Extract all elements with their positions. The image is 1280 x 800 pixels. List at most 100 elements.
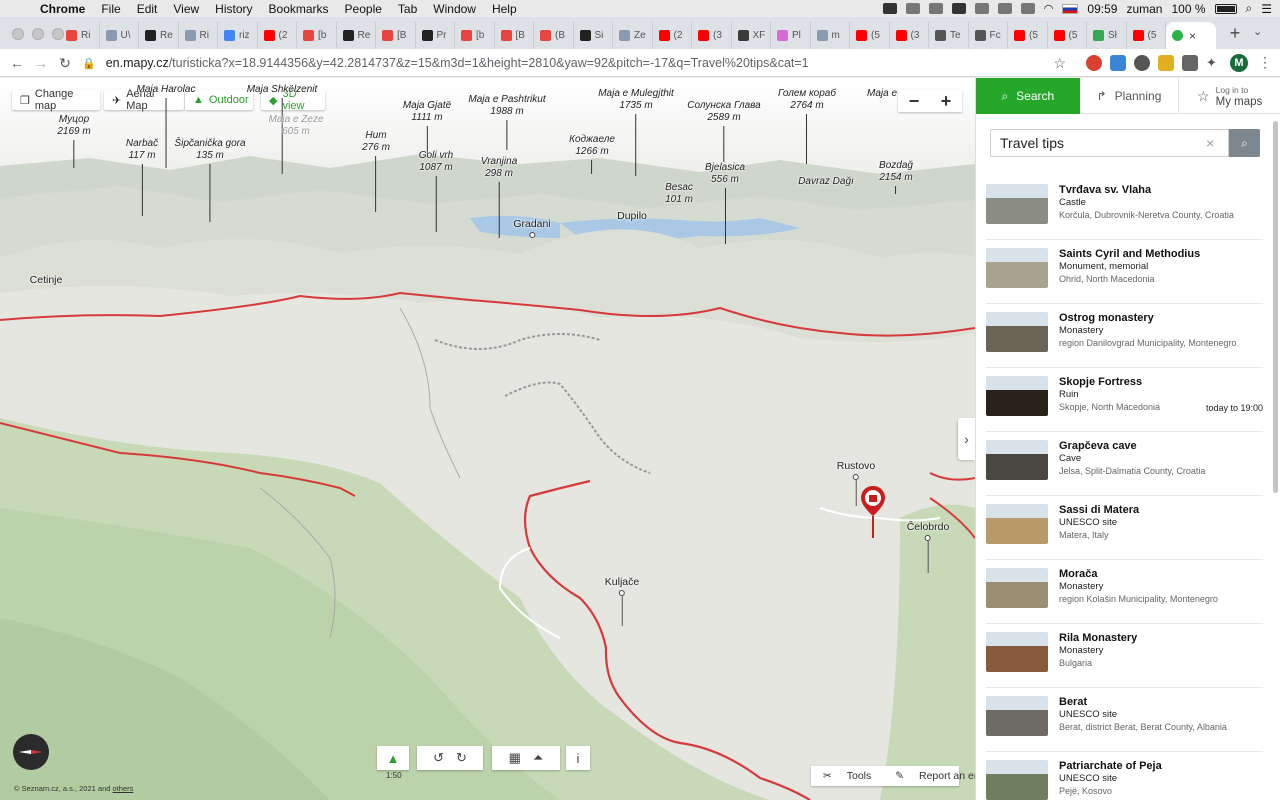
result-thumbnail[interactable] [986, 760, 1048, 800]
search-result-item[interactable]: Morača Monastery region Kolašin Municipali… [986, 560, 1263, 624]
tools-button[interactable]: ✂ Tools [811, 770, 883, 782]
browser-tab[interactable]: (5 [1008, 22, 1048, 49]
browser-tab[interactable]: Pl [771, 22, 811, 49]
browser-tab[interactable]: [b [455, 22, 495, 49]
result-title[interactable]: Grapčeva cave [1059, 440, 1205, 453]
peak-label[interactable]: Besac 101 m [665, 182, 693, 206]
search-result-item[interactable]: Skopje Fortress Ruin Skopje, North Macedon… [986, 368, 1263, 432]
menu-people[interactable]: People [337, 2, 390, 16]
extensions-puzzle-icon[interactable]: ✦ [1206, 55, 1222, 71]
battery-icon[interactable] [1214, 3, 1237, 14]
place-label[interactable]: Kuljače [605, 576, 639, 626]
result-title[interactable]: Ostrog monastery [1059, 312, 1236, 325]
peak-label[interactable]: Голем кораб 2764 m [778, 88, 836, 164]
browser-tab[interactable]: Ze [613, 22, 653, 49]
browser-tab[interactable]: [b [297, 22, 337, 49]
menu-history[interactable]: History [207, 2, 260, 16]
place-label[interactable]: Čelobrdo [907, 521, 949, 573]
address-bar[interactable]: 🔒 en.mapy.cz/turisticka?x=18.9144356&y=4… [82, 52, 1074, 74]
peak-label[interactable]: Maja e Mulegjthit 1735 m [598, 88, 674, 176]
status-tray-icon[interactable] [882, 3, 897, 14]
browser-tab[interactable]: (2 [653, 22, 692, 49]
browser-tab[interactable]: m [811, 22, 850, 49]
peak-label[interactable]: Солунска Глава 2589 m [687, 100, 761, 162]
result-title[interactable]: Patriarchate of Peja [1059, 760, 1162, 773]
browser-tab[interactable]: (2 [258, 22, 297, 49]
menu-file[interactable]: File [93, 2, 128, 16]
new-tab-button[interactable]: + [1224, 23, 1246, 44]
peak-label[interactable]: Bozdağ 2154 m [879, 160, 913, 194]
browser-tab[interactable]: (3 [890, 22, 929, 49]
result-thumbnail[interactable] [986, 184, 1048, 224]
browser-tab[interactable]: (5 [1127, 22, 1166, 49]
map-3d-view[interactable]: ❐ Change map ✈ Aerial Map ▲ Outdoor ◆ 3D… [0, 78, 975, 800]
menu-help[interactable]: Help [484, 2, 525, 16]
status-tray-icon[interactable] [928, 3, 943, 14]
copyright-others-link[interactable]: others [113, 784, 134, 793]
result-thumbnail[interactable] [986, 504, 1048, 544]
info-button[interactable]: i [566, 746, 590, 770]
close-tab-icon[interactable]: × [1189, 29, 1196, 43]
tilt-view-icon[interactable]: ⏶ [533, 750, 543, 766]
result-thumbnail[interactable] [986, 696, 1048, 736]
browser-tab[interactable]: Te [929, 22, 969, 49]
zoom-out-button[interactable]: − [898, 90, 930, 112]
report-error-button[interactable]: ✎ Report an error [883, 770, 975, 782]
input-source-flag-icon[interactable] [1062, 3, 1079, 14]
browser-tab[interactable]: Ri [179, 22, 218, 49]
clear-search-icon[interactable]: × [1206, 135, 1214, 151]
forward-arrow-icon[interactable]: → [31, 53, 51, 73]
result-thumbnail[interactable] [986, 376, 1048, 416]
change-map-button[interactable]: ❐ Change map [12, 88, 100, 112]
browser-tab[interactable]: Si [574, 22, 613, 49]
back-arrow-icon[interactable]: ← [7, 53, 27, 73]
peak-label[interactable]: Goli vrh 1087 m [419, 150, 453, 232]
bookmark-star-icon[interactable]: ☆ [1053, 55, 1066, 72]
place-label[interactable]: Dupilo [617, 210, 647, 222]
reload-icon[interactable]: ↻ [55, 53, 75, 73]
extension-icon[interactable] [1134, 55, 1150, 71]
menu-edit[interactable]: Edit [129, 2, 166, 16]
browser-tab[interactable]: Fc [969, 22, 1008, 49]
status-tray-icon[interactable] [905, 3, 920, 14]
shield-icon[interactable] [951, 3, 966, 14]
rotate-right-icon[interactable]: ↻ [456, 750, 467, 766]
browser-tab[interactable]: [B [495, 22, 534, 49]
search-result-item[interactable]: Grapčeva cave Cave Jelsa, Split-Dalmatia C… [986, 432, 1263, 496]
result-thumbnail[interactable] [986, 312, 1048, 352]
peak-label[interactable]: Муцор 2169 m [57, 114, 91, 168]
tab-search-chevron-icon[interactable]: ⌄ [1253, 25, 1262, 38]
browser-tab[interactable]: [B [376, 22, 416, 49]
place-label[interactable]: Cetinje [30, 274, 63, 286]
search-result-item[interactable]: Ostrog monastery Monastery region Danilovg… [986, 304, 1263, 368]
peak-label[interactable]: Maja Gjatë 1111 m [403, 100, 451, 154]
search-result-item[interactable]: Tvrđava sv. Vlaha Castle Korčula, Dubrovni… [986, 176, 1263, 240]
browser-tab[interactable]: (5 [850, 22, 890, 49]
selected-poi-pin-icon[interactable] [861, 486, 885, 538]
menu-tab[interactable]: Tab [390, 2, 425, 16]
peak-label[interactable]: Maja e Pashtrikut 1988 m [468, 94, 546, 150]
search-result-item[interactable]: Saints Cyril and Methodius Monument, memo… [986, 240, 1263, 304]
chrome-menu-icon[interactable]: ⋮ [1258, 54, 1272, 71]
user-name[interactable]: zuman [1126, 2, 1162, 16]
extension-icon[interactable] [1158, 55, 1174, 71]
result-title[interactable]: Morača [1059, 568, 1218, 581]
minimize-window-button[interactable] [32, 28, 44, 40]
profile-avatar[interactable]: M [1230, 54, 1248, 72]
result-title[interactable]: Skopje Fortress [1059, 376, 1160, 389]
browser-tab[interactable]: Sł [1087, 22, 1127, 49]
tab-search[interactable]: ⌕ Search [976, 78, 1080, 114]
collapse-panel-chevron-icon[interactable]: › [958, 418, 975, 460]
clock[interactable]: 09:59 [1087, 2, 1117, 16]
result-title[interactable]: Rila Monastery [1059, 632, 1137, 645]
browser-tab[interactable]: Pr [416, 22, 455, 49]
control-center-icon[interactable]: ☰ [1261, 2, 1272, 16]
lock-icon[interactable]: 🔒 [82, 57, 96, 70]
menu-view[interactable]: View [165, 2, 207, 16]
menu-window[interactable]: Window [425, 2, 484, 16]
spotlight-search-icon[interactable]: ⌕ [1246, 1, 1253, 16]
browser-tab[interactable]: U\ [100, 22, 139, 49]
result-thumbnail[interactable] [986, 568, 1048, 608]
zoom-in-button[interactable]: + [930, 90, 962, 112]
result-title[interactable]: Sassi di Matera [1059, 504, 1139, 517]
